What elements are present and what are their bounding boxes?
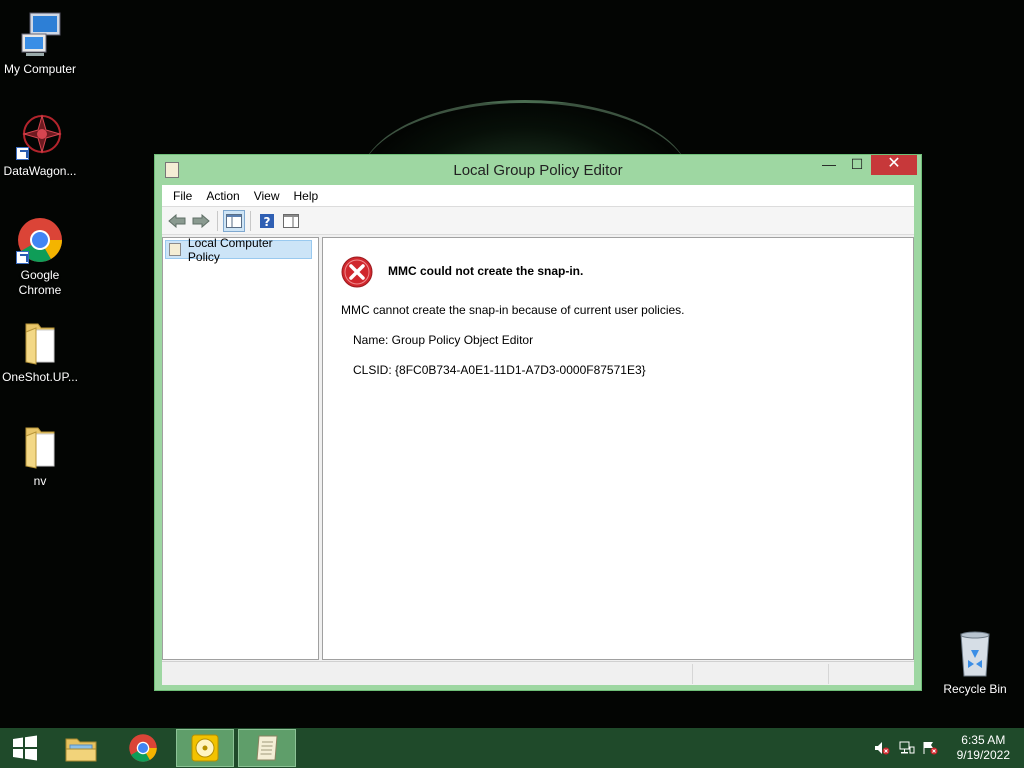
status-bar: [162, 661, 914, 685]
toolbar-separator: [250, 210, 251, 231]
clock-time: 6:35 AM: [961, 733, 1006, 747]
menu-help[interactable]: Help: [287, 185, 326, 206]
datawagon-icon: [16, 112, 64, 160]
taskbar-group-policy-editor[interactable]: [238, 729, 296, 767]
folder-icon: [16, 422, 64, 470]
error-snapin-clsid: CLSID: {8FC0B734-A0E1-11D1-A7D3-0000F875…: [353, 363, 646, 377]
menu-action[interactable]: Action: [199, 185, 246, 206]
desktop-icon-label: OneShot.UP...: [2, 370, 78, 384]
desktop-icon-my-computer[interactable]: My Computer: [0, 10, 80, 77]
window-client-area: File Action View Help ? Local Computer P…: [162, 185, 914, 685]
menu-file[interactable]: File: [166, 185, 199, 206]
taskbar-clock[interactable]: 6:35 AM 9/19/2022: [957, 733, 1010, 763]
toolbar: ?: [162, 207, 914, 235]
file-explorer-icon: [65, 738, 97, 762]
forward-arrow-icon[interactable]: [190, 210, 212, 232]
title-bar[interactable]: Local Group Policy Editor — ☐ ✕: [155, 155, 921, 185]
show-hide-action-pane-icon[interactable]: [280, 210, 302, 232]
folder-icon: [16, 318, 64, 366]
desktop-icon-label: Recycle Bin: [943, 682, 1007, 696]
show-hide-console-tree-icon[interactable]: [223, 209, 245, 232]
network-icon[interactable]: [899, 741, 915, 755]
windows-logo-icon: [13, 735, 37, 761]
desktop-icon-nv[interactable]: nv: [0, 422, 80, 489]
taskbar-file-explorer[interactable]: [52, 729, 110, 767]
minimize-button[interactable]: —: [815, 155, 843, 175]
close-button[interactable]: ✕: [871, 155, 917, 175]
toolbar-separator: [217, 210, 218, 231]
start-button[interactable]: [0, 729, 50, 767]
help-icon[interactable]: ?: [256, 210, 278, 232]
chrome-icon: [16, 216, 64, 264]
status-segment: [828, 664, 914, 684]
menu-view[interactable]: View: [247, 185, 287, 206]
chrome-icon: [129, 734, 157, 762]
computer-icon: [16, 10, 64, 58]
desktop-icon-google-chrome[interactable]: Google Chrome: [0, 216, 80, 298]
menu-bar: File Action View Help: [162, 185, 914, 207]
console-tree-pane: Local Computer Policy: [162, 236, 319, 660]
recycle-bin-icon: [951, 630, 999, 678]
desktop-icon-label: nv: [33, 474, 47, 488]
desktop-icon-datawagon[interactable]: DataWagon...: [0, 112, 80, 179]
error-message: MMC cannot create the snap-in because of…: [341, 303, 685, 317]
tree-item-label: Local Computer Policy: [187, 235, 273, 264]
error-icon: [341, 256, 373, 288]
policy-document-icon: [256, 735, 278, 761]
tree-item-local-computer-policy[interactable]: Local Computer Policy: [165, 236, 312, 264]
desktop-icon-oneshot[interactable]: OneShot.UP...: [0, 318, 80, 385]
taskbar-chrome[interactable]: [114, 729, 172, 767]
policy-document-icon: [169, 243, 181, 256]
clock-date: 9/19/2022: [956, 748, 1010, 762]
action-center-flag-icon[interactable]: [922, 741, 938, 755]
desktop-icon-label: Google Chrome: [18, 268, 62, 297]
desktop-icon-label: DataWagon...: [3, 164, 77, 178]
taskbar: 6:35 AM 9/19/2022: [0, 728, 1024, 768]
svg-text:?: ?: [264, 215, 271, 229]
error-title: MMC could not create the snap-in.: [388, 264, 584, 278]
taskbar-disc-app[interactable]: [176, 729, 234, 767]
details-pane: MMC could not create the snap-in. MMC ca…: [322, 237, 914, 660]
shortcut-arrow-icon: [16, 147, 29, 160]
error-snapin-name: Name: Group Policy Object Editor: [353, 333, 534, 347]
window-title: Local Group Policy Editor: [453, 162, 623, 179]
desktop-icon-label: My Computer: [3, 62, 77, 76]
gpedit-window: Local Group Policy Editor — ☐ ✕ File Act…: [154, 154, 922, 691]
status-segment: [692, 664, 828, 684]
desktop-icon-recycle-bin[interactable]: Recycle Bin: [935, 630, 1015, 697]
shortcut-arrow-icon: [16, 251, 29, 264]
disc-icon: [191, 734, 219, 762]
back-arrow-icon[interactable]: [166, 210, 188, 232]
speaker-muted-icon[interactable]: [874, 741, 890, 755]
maximize-button[interactable]: ☐: [843, 155, 871, 175]
